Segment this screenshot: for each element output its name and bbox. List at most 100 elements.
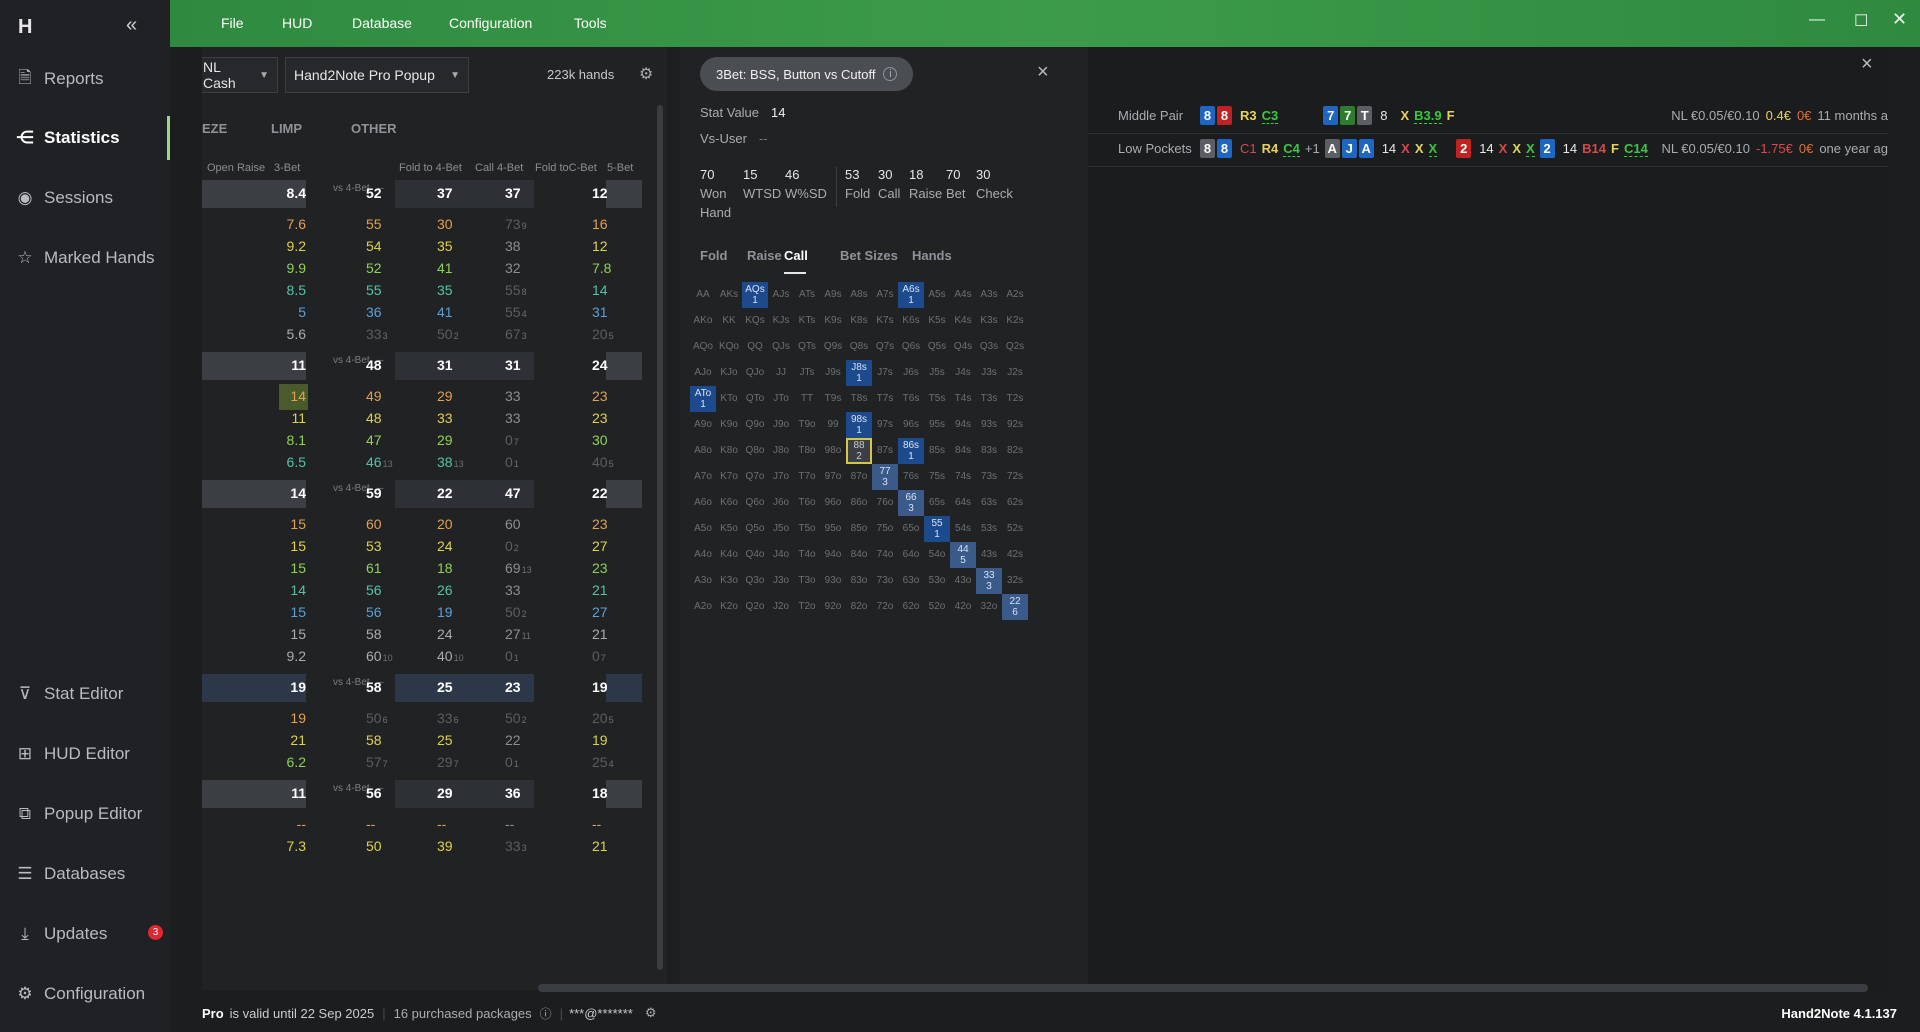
stat-cell-t[interactable]: 33 <box>505 410 521 426</box>
popup-dropdown[interactable]: Hand2Note Pro Popup ▼ <box>285 57 469 93</box>
menu-tools[interactable]: Tools <box>574 15 607 31</box>
hand-cell[interactable]: QJs <box>768 334 794 360</box>
hand-cell[interactable]: 85s <box>924 438 950 464</box>
hand-cell[interactable]: 83s <box>976 438 1002 464</box>
hand-cell[interactable]: A4o <box>690 542 716 568</box>
hand-cell[interactable]: T5o <box>794 516 820 542</box>
hand-cell[interactable]: K9o <box>716 412 742 438</box>
hand-cell[interactable]: A9s <box>820 282 846 308</box>
hand-cell[interactable]: 93o <box>820 568 846 594</box>
hand-cell[interactable]: 65o <box>898 516 924 542</box>
stat-cell-c[interactable]: 9.9 <box>258 260 306 276</box>
hand-cell[interactable]: 98s 1 <box>846 412 872 438</box>
hand-cell[interactable]: 66 3 <box>898 490 924 516</box>
stat-cell-t[interactable]: 2711 <box>505 626 531 642</box>
table-row[interactable]: 6.5 4613 3813 01 405 <box>202 449 642 477</box>
hand-cell[interactable]: KJo <box>716 360 742 386</box>
stat-cell-b[interactable]: 14 <box>592 282 608 298</box>
stat-cell-f[interactable]: 58 <box>366 626 382 642</box>
stat-cell-b[interactable]: 31 <box>592 304 608 320</box>
stat-cell-c[interactable]: 11 <box>258 357 306 373</box>
hand-cell[interactable]: 43s <box>976 542 1002 568</box>
hand-cell[interactable]: A8o <box>690 438 716 464</box>
settings-gear-icon[interactable]: ⚙ <box>639 64 653 84</box>
stat-cell-k[interactable]: 22 <box>437 485 453 501</box>
tab-limp[interactable]: LIMP <box>271 121 302 136</box>
hand-cell[interactable]: 52s <box>1002 516 1028 542</box>
stat-cell-b[interactable]: 07 <box>592 648 606 664</box>
horizontal-scrollbar[interactable] <box>538 984 1868 992</box>
stat-cell-k[interactable]: 3813 <box>437 454 464 470</box>
hand-cell[interactable]: T9o <box>794 412 820 438</box>
stat-cell-t[interactable]: 01 <box>505 754 519 770</box>
stat-cell-k[interactable]: 29 <box>437 432 453 448</box>
stat-cell-b[interactable]: 23 <box>592 516 608 532</box>
hand-cell[interactable]: 84s <box>950 438 976 464</box>
hand-cell[interactable]: ATo 1 <box>690 386 716 412</box>
hand-cell[interactable]: 82o <box>846 594 872 620</box>
hand-cell[interactable]: A8s <box>846 282 872 308</box>
sidebar-item-popup-editor[interactable]: ⧉ Popup Editor <box>0 791 170 837</box>
hand-cell[interactable]: 98o <box>820 438 846 464</box>
stat-cell-t[interactable]: 01 <box>505 454 519 470</box>
hand-cell[interactable]: J4s <box>950 360 976 386</box>
minimize-button[interactable]: — <box>1809 11 1825 29</box>
hand-cell[interactable]: Q9o <box>742 412 768 438</box>
stat-cell-t[interactable]: 558 <box>505 282 527 298</box>
hand-cell[interactable]: K8o <box>716 438 742 464</box>
sidebar-item-statistics[interactable]: ⋲ Statistics <box>0 115 170 161</box>
stat-cell-t[interactable]: 554 <box>505 304 527 320</box>
tab-hands[interactable]: Hands <box>912 248 952 263</box>
menu-hud[interactable]: HUD <box>282 15 312 31</box>
stat-cell-f[interactable]: 55 <box>366 216 382 232</box>
hand-cell[interactable]: 94s <box>950 412 976 438</box>
hand-cell[interactable]: 97o <box>820 464 846 490</box>
hand-cell[interactable]: J7o <box>768 464 794 490</box>
hand-cell[interactable]: K8s <box>846 308 872 334</box>
hand-cell[interactable]: K4o <box>716 542 742 568</box>
hand-cell[interactable]: J3o <box>768 568 794 594</box>
stat-cell-c[interactable]: 15 <box>258 604 306 620</box>
hand-cell[interactable]: 97s <box>872 412 898 438</box>
hand-cell[interactable]: A3s <box>976 282 1002 308</box>
stat-cell-c[interactable]: 11 <box>258 785 306 801</box>
tab-call[interactable]: Call <box>784 248 808 263</box>
stat-cell-t[interactable]: 02 <box>505 538 519 554</box>
hand-cell[interactable]: Q4o <box>742 542 768 568</box>
stat-cell-f[interactable]: 6010 <box>366 648 393 664</box>
stat-cell-t[interactable]: 22 <box>505 732 521 748</box>
hand-cell[interactable]: J4o <box>768 542 794 568</box>
hand-cell[interactable]: QQ <box>742 334 768 360</box>
stat-cell-b[interactable]: 21 <box>592 626 608 642</box>
stat-cell-b[interactable]: 16 <box>592 216 608 232</box>
tab-raise[interactable]: Raise <box>747 248 782 263</box>
menu-database[interactable]: Database <box>352 15 412 31</box>
stat-cell-k[interactable]: 37 <box>437 185 453 201</box>
close-pane-button[interactable]: × <box>1861 53 1873 76</box>
stat-cell-f[interactable]: 54 <box>366 238 382 254</box>
hand-cell[interactable]: 95o <box>820 516 846 542</box>
hand-cell[interactable]: Q8s <box>846 334 872 360</box>
stat-cell-f[interactable]: 59 <box>366 485 382 501</box>
hand-cell[interactable]: T4s <box>950 386 976 412</box>
table-row[interactable]: vs 4-Bet –11 48 31 31 24 <box>202 352 642 380</box>
hand-cell[interactable]: Q3o <box>742 568 768 594</box>
stat-cell-t[interactable]: 23 <box>505 679 521 695</box>
hand-cell[interactable]: Q7o <box>742 464 768 490</box>
hand-cell[interactable]: 77 3 <box>872 464 898 490</box>
hand-cell[interactable]: T4o <box>794 542 820 568</box>
hand-cell[interactable]: 87s <box>872 438 898 464</box>
hand-cell[interactable]: AA <box>690 282 716 308</box>
stat-cell-c[interactable]: 19 <box>258 679 306 695</box>
menu-file[interactable]: File <box>221 15 244 31</box>
hand-cell[interactable]: 72s <box>1002 464 1028 490</box>
stat-cell-t[interactable]: 37 <box>505 185 521 201</box>
stat-cell-b[interactable]: 19 <box>592 679 608 695</box>
stat-cell-k[interactable]: 24 <box>437 626 453 642</box>
stat-cell-f[interactable]: 47 <box>366 432 382 448</box>
hand-cell[interactable]: 32s <box>1002 568 1028 594</box>
hand-cell[interactable]: 54o <box>924 542 950 568</box>
hand-cell[interactable]: T5s <box>924 386 950 412</box>
stat-cell-c[interactable]: 14 <box>258 485 306 501</box>
stat-cell-c[interactable]: 11 <box>258 410 306 426</box>
